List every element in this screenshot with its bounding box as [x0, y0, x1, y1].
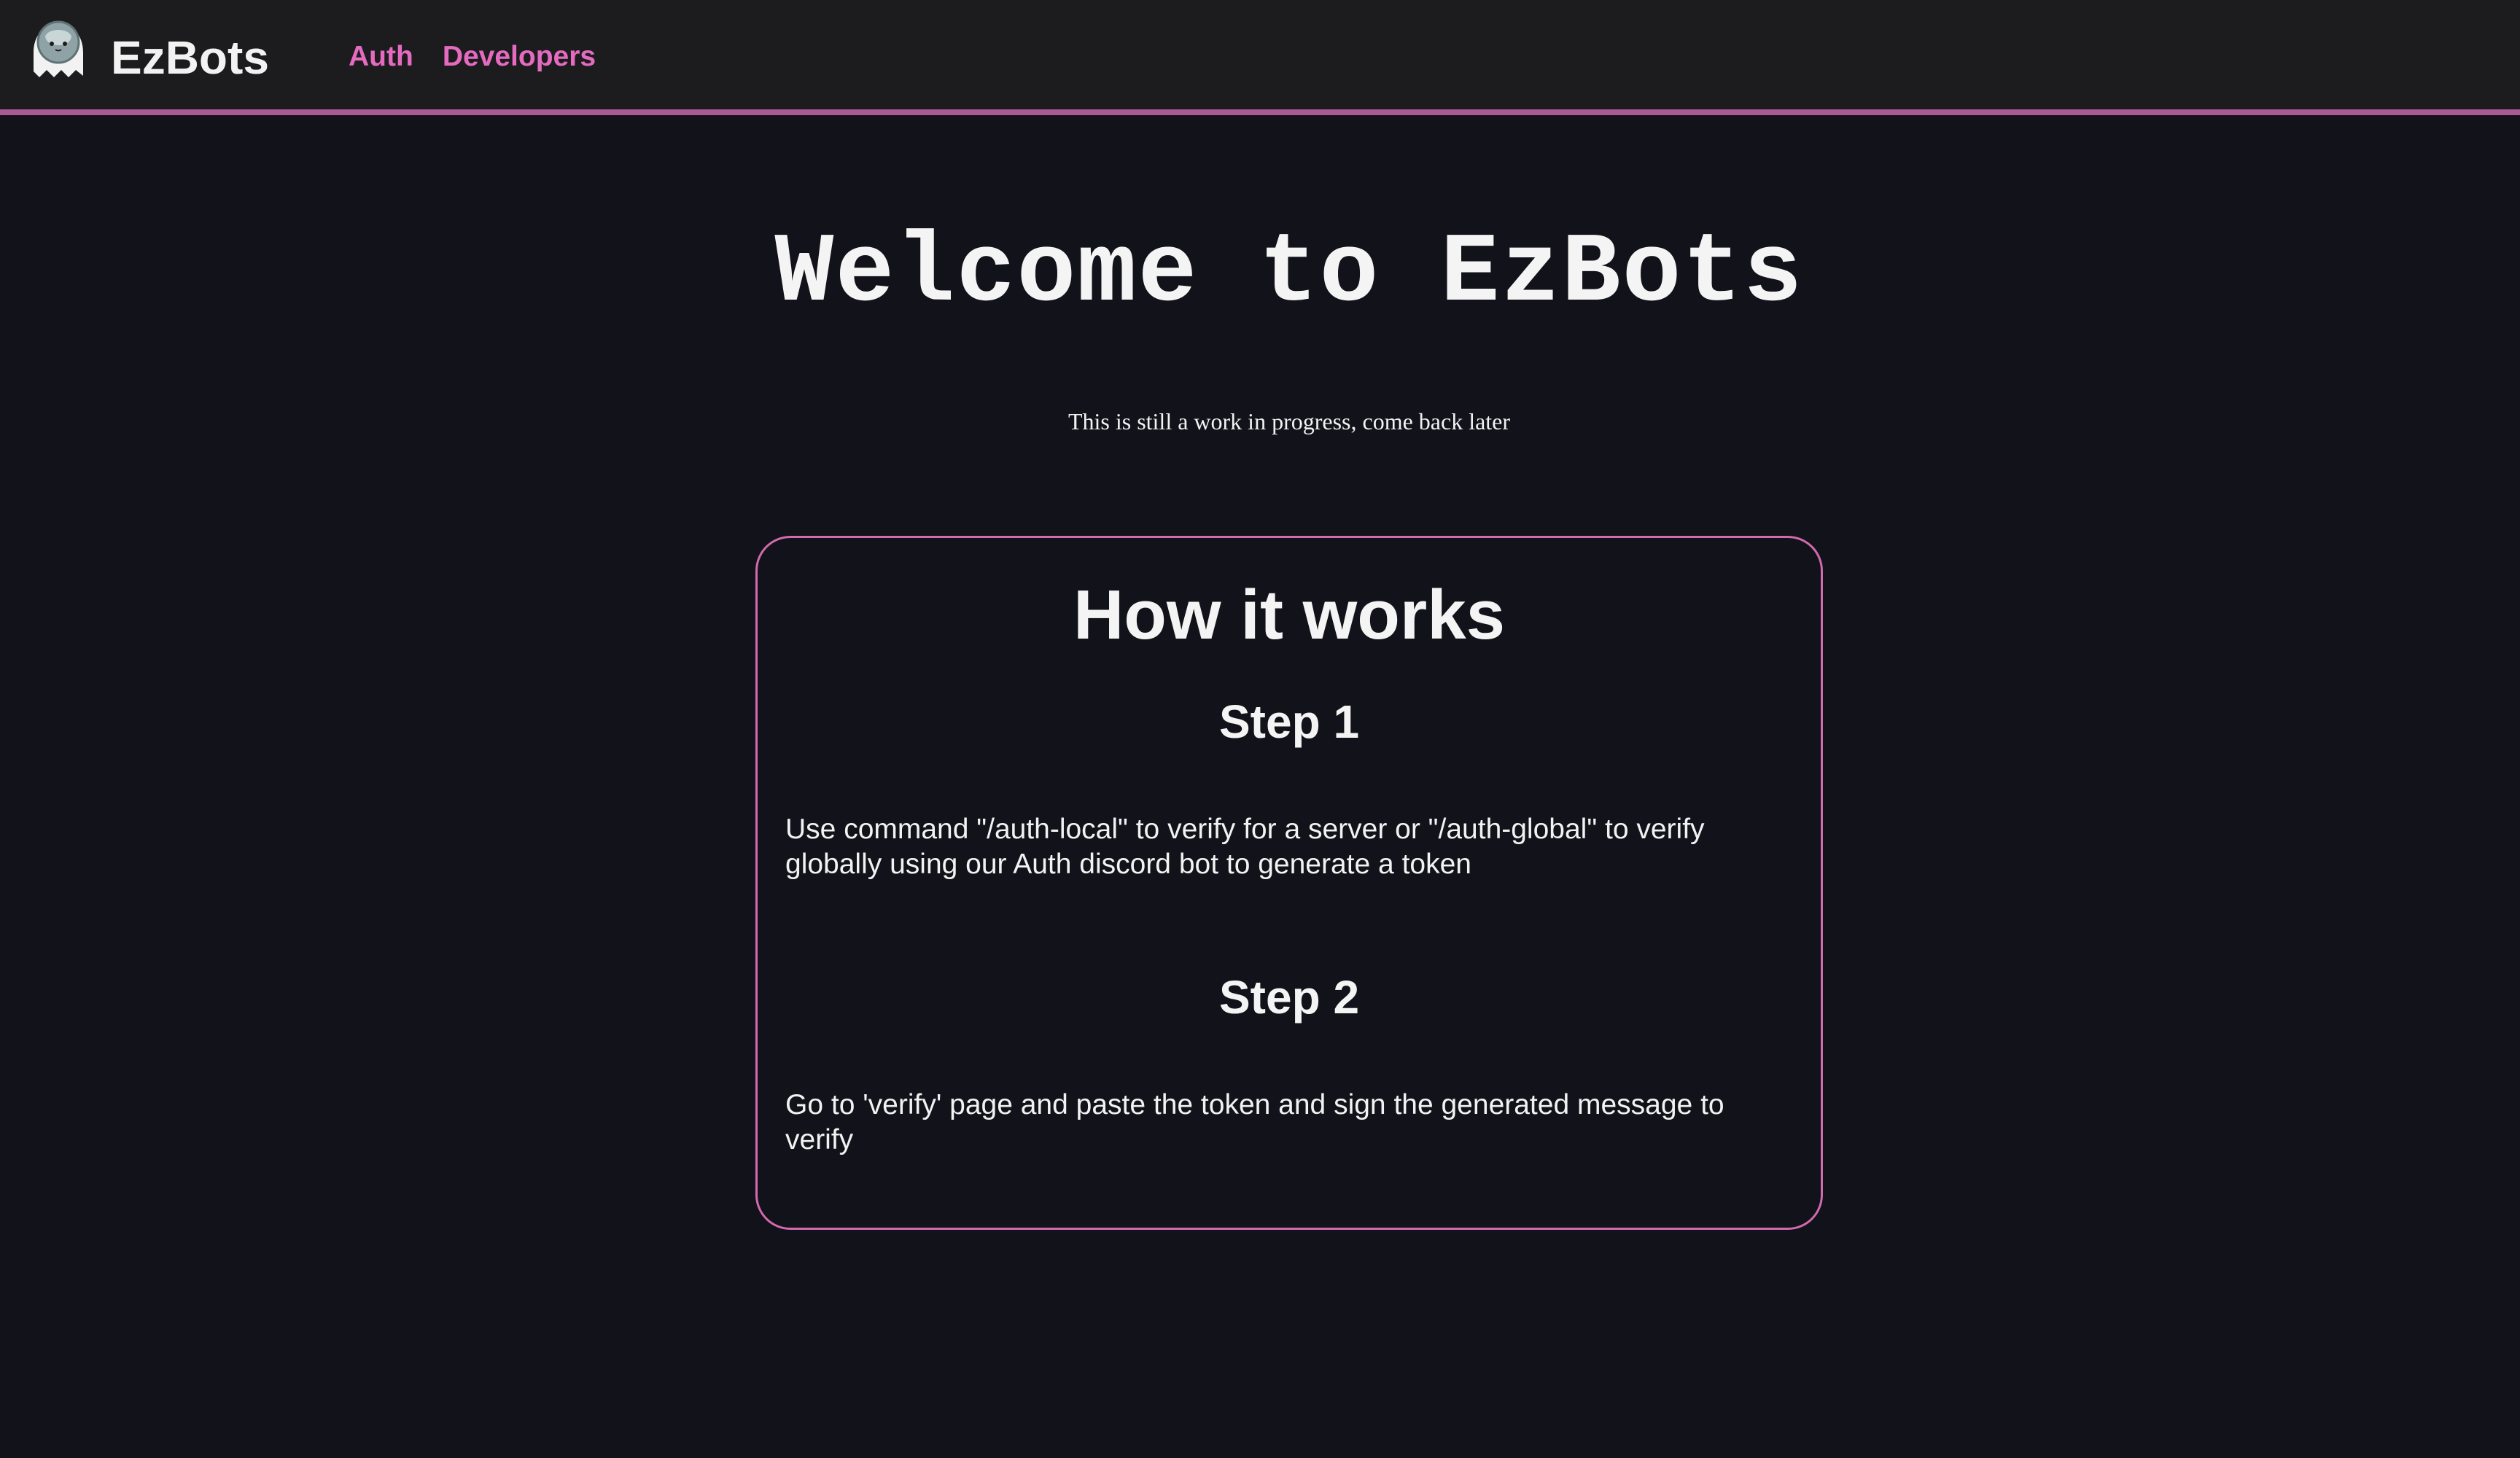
- top-navbar: EzBots Auth Developers: [0, 0, 2520, 115]
- page-title: Welcome to EzBots: [774, 218, 1804, 330]
- main-content: Welcome to EzBots This is still a work i…: [0, 115, 2520, 1458]
- step-2-text: Go to 'verify' page and paste the token …: [785, 1089, 1724, 1155]
- step-2-title: Step 2: [1218, 971, 1360, 1024]
- step-1-title: Step 1: [1218, 695, 1360, 748]
- page-subtitle: This is still a work in progress, come b…: [1068, 408, 1511, 434]
- nav-links: Auth Developers: [349, 39, 596, 74]
- how-it-works-title: How it works: [1073, 576, 1506, 654]
- nav-link-developers[interactable]: Developers: [443, 39, 596, 74]
- how-it-works-card: How it works Step 1 Use command "/auth-l…: [755, 536, 1823, 1230]
- ghost-icon[interactable]: [28, 15, 89, 85]
- nav-link-auth[interactable]: Auth: [349, 39, 413, 74]
- brand-name[interactable]: EzBots: [111, 31, 269, 85]
- step-1-text: Use command "/auth-local" to verify for …: [785, 814, 1705, 880]
